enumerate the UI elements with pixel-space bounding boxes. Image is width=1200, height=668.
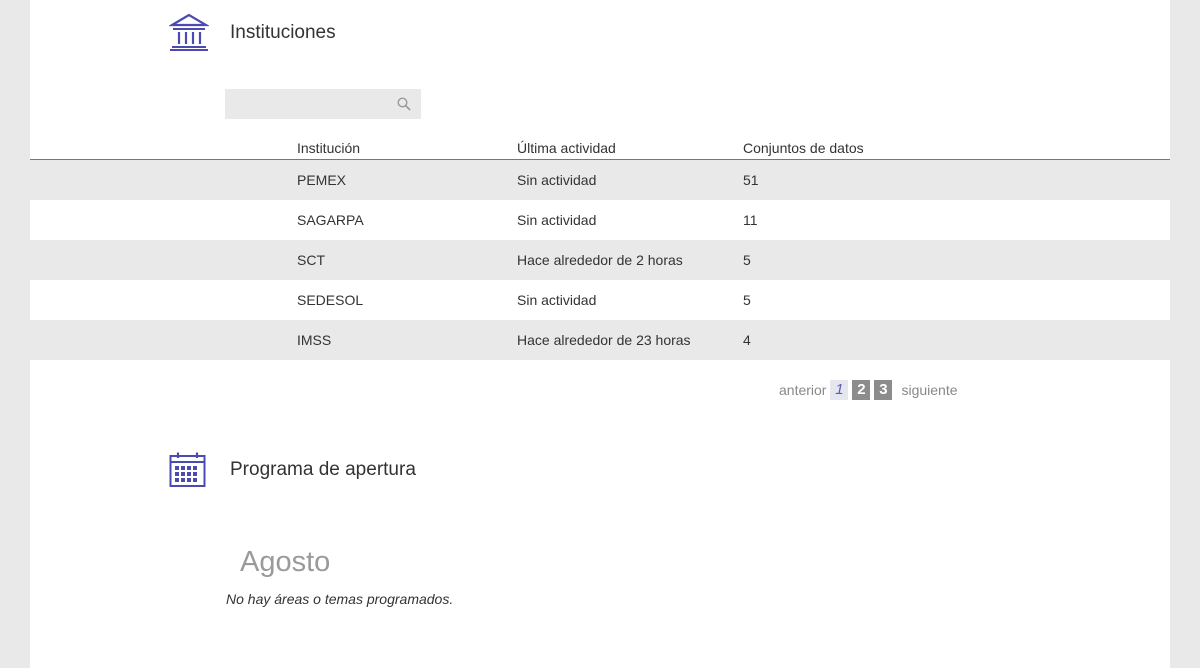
last-activity: Hace alrededor de 2 horas [517, 252, 683, 268]
table-row[interactable]: IMSS Hace alrededor de 23 horas 4 [30, 320, 1170, 360]
pagination: anterior 1 2 3 siguiente [779, 379, 958, 401]
institution-building-icon [167, 13, 211, 58]
institution-name[interactable]: PEMEX [297, 172, 346, 188]
table-row[interactable]: SAGARPA Sin actividad 11 [30, 200, 1170, 240]
schedule-title: Programa de apertura [230, 459, 416, 480]
empty-schedule-message: No hay áreas o temas programados. [226, 591, 454, 607]
institution-search [225, 89, 421, 119]
dataset-count: 4 [743, 332, 751, 348]
institution-name[interactable]: SEDESOL [297, 292, 363, 308]
search-input[interactable] [225, 91, 391, 117]
table-header: Institución Última actividad Conjuntos d… [30, 140, 1170, 160]
table-row[interactable]: SEDESOL Sin actividad 5 [30, 280, 1170, 320]
institution-name[interactable]: SAGARPA [297, 212, 364, 228]
dataset-count: 51 [743, 172, 759, 188]
last-activity: Hace alrededor de 23 horas [517, 332, 691, 348]
institution-name[interactable]: SCT [297, 252, 325, 268]
table-row[interactable]: PEMEX Sin actividad 51 [30, 160, 1170, 200]
last-activity: Sin actividad [517, 172, 597, 188]
institutions-title: Instituciones [230, 22, 336, 43]
search-icon [397, 97, 411, 111]
pagination-prev-link[interactable]: anterior [779, 382, 826, 398]
dataset-count: 11 [743, 212, 758, 228]
pagination-next-link[interactable]: siguiente [901, 382, 957, 398]
main-panel: Instituciones Institución Última activid… [30, 0, 1170, 668]
column-header-last-activity[interactable]: Última actividad [517, 140, 616, 156]
page-1-link[interactable]: 1 [830, 380, 849, 400]
institution-name[interactable]: IMSS [297, 332, 331, 348]
month-heading: Agosto [240, 546, 331, 578]
dataset-count: 5 [743, 292, 751, 308]
last-activity: Sin actividad [517, 292, 597, 308]
calendar-icon [169, 452, 207, 493]
search-button[interactable] [391, 89, 417, 119]
column-header-datasets[interactable]: Conjuntos de datos [743, 140, 864, 156]
last-activity: Sin actividad [517, 212, 597, 228]
page-2-link[interactable]: 2 [852, 380, 871, 400]
column-header-institution[interactable]: Institución [297, 140, 360, 156]
dataset-count: 5 [743, 252, 751, 268]
page-3-link[interactable]: 3 [874, 380, 893, 400]
table-row[interactable]: SCT Hace alrededor de 2 horas 5 [30, 240, 1170, 280]
